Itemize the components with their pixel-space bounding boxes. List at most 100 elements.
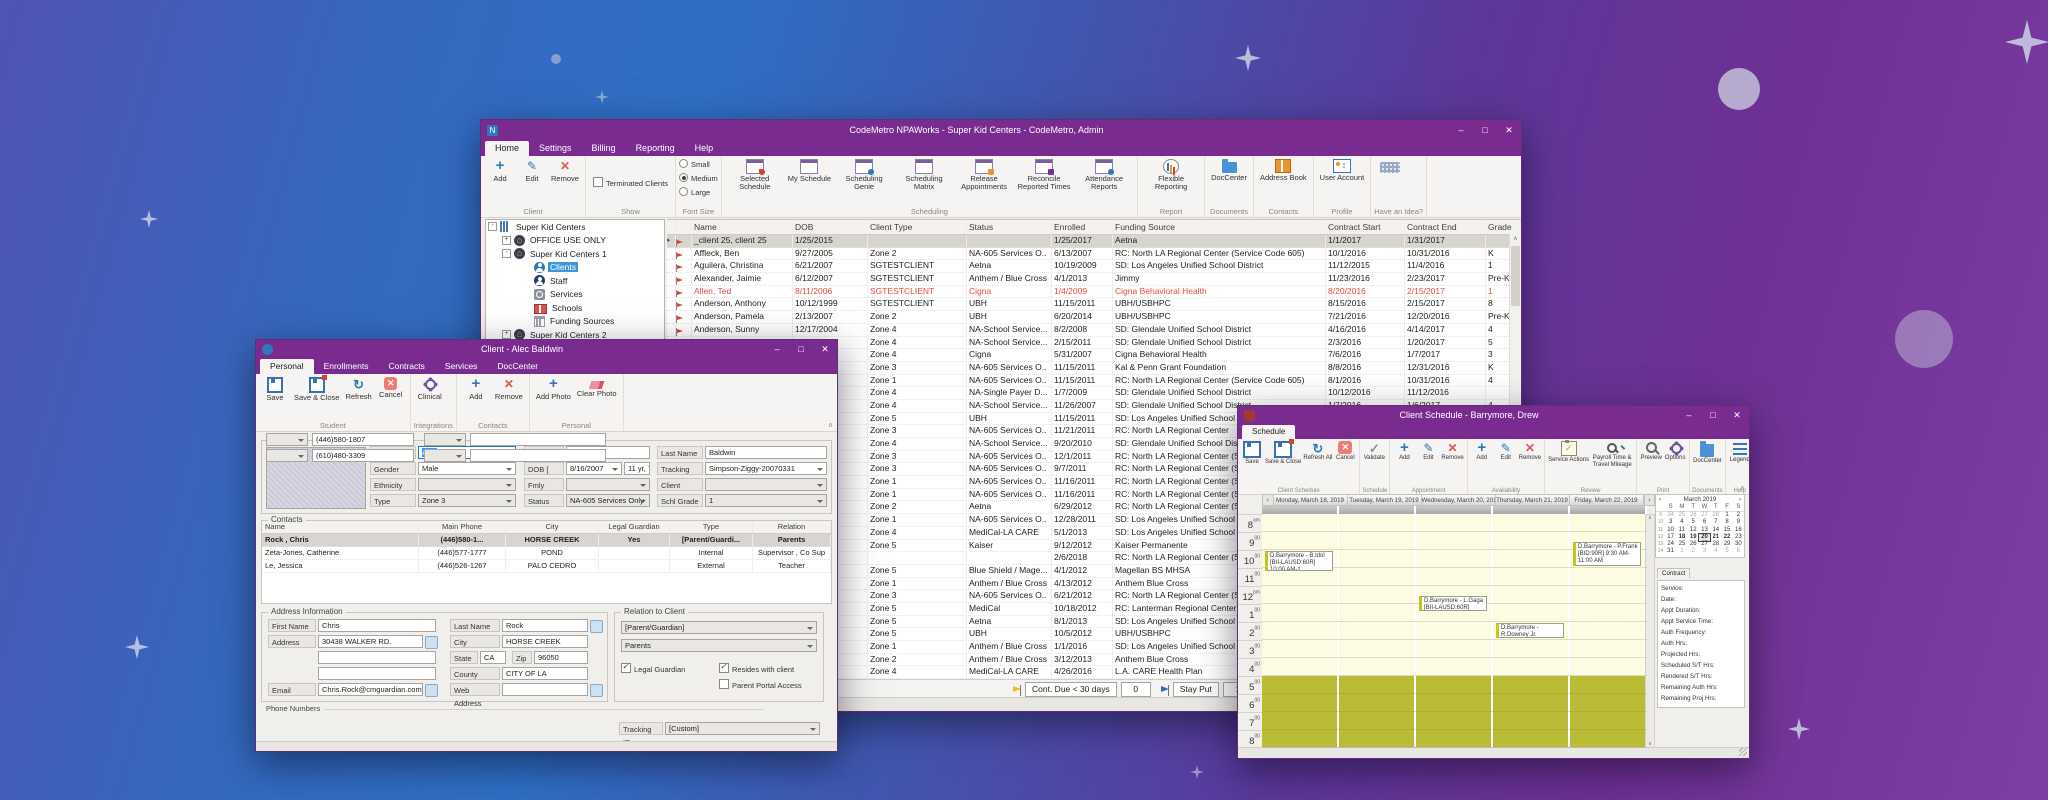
ribbon-button[interactable]: Service Actions (1547, 440, 1590, 465)
minical-day[interactable]: 30 (1733, 541, 1744, 548)
tree-item[interactable]: Services (486, 288, 664, 302)
tree-expander-icon[interactable]: + (502, 236, 511, 245)
schedule-tab[interactable]: Schedule (1242, 425, 1295, 439)
column-header[interactable]: Contract End (1405, 220, 1486, 234)
appointment[interactable]: D.Barrymore - R.Downey Jr. [BID:60R] 2:0… (1496, 623, 1564, 638)
contacts-column-header[interactable]: Legal Guardian (599, 521, 670, 533)
minical-day[interactable]: 9 (1656, 512, 1665, 519)
tree-item[interactable]: Clients (486, 261, 664, 275)
close-button[interactable]: ✕ (813, 340, 837, 358)
email-field[interactable]: Chris.Rock@cmguardian.com (318, 683, 423, 696)
map-icon[interactable] (425, 636, 438, 649)
ribbon-button[interactable]: Save & Close (1264, 440, 1302, 467)
contacts-column-header[interactable]: Main Phone (419, 521, 506, 533)
contract-tab[interactable]: Contract (1657, 568, 1690, 578)
close-button[interactable]: ✕ (1725, 406, 1749, 424)
minical-day[interactable]: 6 (1733, 548, 1744, 555)
ribbon-button[interactable]: Refresh (342, 376, 374, 402)
minical-next-icon[interactable]: › (1739, 496, 1741, 503)
city-field[interactable]: HORSE CREEK (502, 635, 588, 648)
minical-day[interactable]: 24 (1665, 541, 1676, 548)
ribbon-button[interactable]: Validate (1362, 440, 1386, 463)
ribbon-button[interactable]: Clear Photo (574, 376, 620, 399)
minical-day[interactable]: 12 (1656, 534, 1665, 541)
column-header[interactable]: Name (692, 220, 793, 234)
appointment[interactable]: D.Barrymore - B.Idol [BII-LAUSD:60R] 10:… (1265, 551, 1333, 571)
legal-guardian-checkbox[interactable]: Legal Guardian (621, 659, 685, 677)
phone-type-select[interactable] (266, 449, 308, 462)
column-header[interactable]: Grade (1486, 220, 1521, 234)
tree-item[interactable]: - Super Kid Centers (486, 220, 664, 234)
contacts-column-header[interactable]: Relation (753, 521, 831, 533)
minical-day[interactable]: 4 (1710, 548, 1721, 555)
relation-detail-select[interactable]: Parents (621, 639, 817, 652)
minical-day[interactable]: 1 (1721, 512, 1732, 519)
email-icon[interactable] (425, 684, 438, 697)
tree-expander-icon[interactable]: + (502, 330, 511, 339)
ribbon-button[interactable]: Add (460, 376, 492, 402)
minical-day[interactable]: 8 (1721, 519, 1732, 526)
phone-number-field[interactable]: (446)580-1807 (312, 433, 414, 446)
client-language-select[interactable] (705, 478, 827, 491)
minical-day[interactable]: 10 (1656, 519, 1665, 526)
guardian-first-name-field[interactable]: Chris (318, 619, 436, 632)
ribbon-button[interactable]: Add (484, 158, 516, 184)
ribbon-button[interactable]: Remove (548, 158, 582, 184)
minical-day[interactable]: 25 (1676, 512, 1687, 519)
minical-prev-icon[interactable]: ‹ (1659, 496, 1661, 503)
tree-item[interactable]: Funding Sources (486, 315, 664, 329)
tree-item[interactable]: Schools (486, 301, 664, 315)
table-row[interactable]: Affleck, Ben 9/27/2005 Zone 2 NA-605 Ser… (667, 248, 1521, 261)
minical-day[interactable]: 26 (1688, 512, 1699, 519)
ribbon-button[interactable]: Save (1240, 440, 1264, 467)
table-row[interactable]: Anderson, Sunny 12/17/2004 Zone 4 NA-Sch… (667, 324, 1521, 337)
ribbon-button[interactable]: User Account (1317, 158, 1368, 183)
ribbon-button[interactable]: Refresh All (1302, 440, 1333, 463)
minical-day[interactable]: 2 (1688, 548, 1699, 555)
state-field[interactable]: CA (480, 651, 506, 664)
maximize-button[interactable]: □ (1473, 120, 1497, 140)
minical-day[interactable]: 20 (1699, 534, 1710, 541)
minical-day[interactable]: 6 (1699, 519, 1710, 526)
county-field[interactable]: CITY OF LA (502, 667, 588, 680)
client-tab[interactable]: DocCenter (487, 359, 548, 374)
appointment[interactable]: D.Barrymore - L.Gaga [BII-LAUSD:60R] 12:… (1419, 596, 1487, 611)
minical-day[interactable]: 15 (1721, 527, 1732, 534)
minical-day[interactable]: 3 (1699, 548, 1710, 555)
family-language-select[interactable] (566, 478, 650, 491)
scroll-thumb[interactable] (1511, 246, 1520, 306)
ribbon-button[interactable] (1374, 158, 1406, 175)
day-column[interactable] (1416, 514, 1491, 748)
minimize-button[interactable]: – (1677, 406, 1701, 424)
contacts-column-header[interactable]: City (506, 521, 599, 533)
minical-day[interactable]: 17 (1665, 534, 1676, 541)
ribbon-button[interactable]: DocCenter (1208, 158, 1250, 183)
ribbon-button[interactable]: Cancel (375, 376, 407, 400)
ribbon-button[interactable]: Cancel (1333, 440, 1357, 463)
minical-day[interactable]: 14 (1710, 527, 1721, 534)
ribbon-button[interactable]: Reconcile Reported Times (1014, 158, 1074, 193)
minical-day[interactable]: 14 (1656, 548, 1665, 555)
zip-field[interactable]: 96050 (534, 651, 588, 664)
web-address-field[interactable] (502, 683, 588, 696)
minical-day[interactable]: 23 (1733, 534, 1744, 541)
ribbon-button[interactable]: Clinical (414, 376, 446, 402)
client-tab[interactable]: Contracts (378, 359, 434, 374)
maximize-button[interactable]: □ (789, 340, 813, 358)
calendar-next-icon[interactable]: › (1644, 494, 1656, 506)
ribbon-button[interactable]: Scheduling Matrix (894, 158, 954, 193)
minical-day[interactable]: 27 (1699, 512, 1710, 519)
ribbon-tab[interactable]: Settings (529, 141, 582, 156)
school-grade-select[interactable]: 1 (705, 494, 827, 507)
minical-day[interactable]: 22 (1721, 534, 1732, 541)
minical-day[interactable]: 28 (1710, 512, 1721, 519)
minical-day[interactable]: 4 (1676, 519, 1687, 526)
client-tab[interactable]: Services (435, 359, 488, 374)
minical-day[interactable]: 31 (1665, 548, 1676, 555)
tracking-id-custom-select[interactable]: [Custom] (665, 722, 820, 735)
table-row[interactable]: Anderson, Pamela 2/13/2007 Zone 2 UBH 6/… (667, 311, 1521, 324)
relation-select[interactable]: [Parent/Guardian] (621, 621, 817, 634)
globe-icon[interactable] (590, 684, 603, 697)
table-row[interactable]: Anderson, Anthony 10/12/1999 SGTESTCLIEN… (667, 298, 1521, 311)
minimize-button[interactable]: – (765, 340, 789, 358)
